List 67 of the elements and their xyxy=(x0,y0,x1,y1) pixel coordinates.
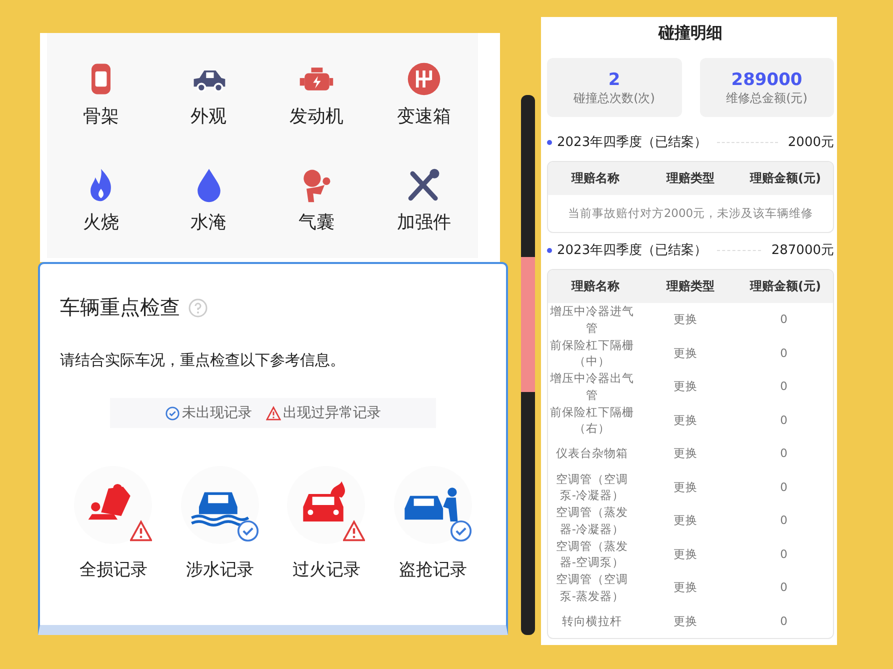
legend-label: 未出现记录 xyxy=(182,404,252,422)
table-cell-text: 转向横拉杆 xyxy=(561,612,623,630)
claim-amount: 2000元 xyxy=(788,134,834,151)
table-cell-text: 0 xyxy=(779,512,788,530)
table-cell-text: 更换 xyxy=(672,579,698,596)
column-header: 理赔类型 xyxy=(665,170,716,187)
stat-label: 碰撞总次数(次) xyxy=(574,90,655,107)
part-label[interactable]: 气囊 xyxy=(298,210,334,234)
claim-period: 2023年四季度（已结案） xyxy=(557,134,708,151)
part-label[interactable]: 骨架 xyxy=(82,104,119,128)
part-label[interactable]: 火烧 xyxy=(82,210,119,234)
table-cell-text: 更换 xyxy=(672,311,698,328)
table-cell-text: 0 xyxy=(779,311,788,328)
inspection-title: 车辆重点检查 xyxy=(60,294,180,321)
inspection-description: 请结合实际车况，重点检查以下参考信息。 xyxy=(60,351,346,370)
record-label[interactable]: 盗抢记录 xyxy=(398,558,467,581)
warning-icon xyxy=(266,406,281,420)
table-cell-text: 增压中冷器进气管 xyxy=(549,303,635,336)
column-header: 理赔名称 xyxy=(570,278,620,295)
table-cell-text: 更换 xyxy=(672,478,698,496)
table-cell-text: 更换 xyxy=(672,412,698,429)
table-cell-text: 仪表台杂物箱 xyxy=(555,445,629,462)
part-label[interactable]: 外观 xyxy=(190,104,227,128)
part-label[interactable]: 变速箱 xyxy=(397,104,452,128)
table-cell-text: 更换 xyxy=(672,378,698,396)
table-cell-text: 0 xyxy=(779,344,788,362)
table-cell-text: 0 xyxy=(779,412,788,429)
table-cell-text: 0 xyxy=(779,546,788,563)
bullet-dot xyxy=(547,248,552,252)
table-cell-text: 更换 xyxy=(672,344,698,362)
column-header: 理赔金额(元) xyxy=(748,170,822,187)
table-cell-text: 更换 xyxy=(672,546,698,563)
part-label[interactable]: 水淹 xyxy=(190,210,227,234)
check-circle-icon xyxy=(165,406,180,420)
claim-note: 当前事故赔付对方2000元，未涉及该车辆维修 xyxy=(566,205,814,222)
table-cell-text: 0 xyxy=(779,445,788,462)
column-header: 理赔名称 xyxy=(570,170,620,187)
column-header: 理赔类型 xyxy=(665,278,716,295)
help-icon[interactable] xyxy=(188,298,208,318)
record-label[interactable]: 过火记录 xyxy=(292,558,360,581)
stat-value: 2 xyxy=(608,70,620,90)
table-cell-text: 空调管（空调泵-蒸发器） xyxy=(555,571,629,604)
table-cell-text: 前保险杠下隔栅（右） xyxy=(549,404,635,437)
table-cell-text: 空调管（蒸发器-空调泵） xyxy=(555,538,629,571)
bullet-dot xyxy=(547,140,552,144)
table-cell-text: 0 xyxy=(779,612,788,630)
table-cell-text: 更换 xyxy=(672,445,698,462)
table-cell-text: 空调管（空调泵-冷凝器） xyxy=(555,470,629,504)
table-cell-text: 更换 xyxy=(672,612,698,630)
part-label[interactable]: 加强件 xyxy=(397,210,452,234)
stat-label: 维修总金额(元) xyxy=(726,90,808,107)
claim-period: 2023年四季度（已结案） xyxy=(557,242,708,259)
table-cell-text: 更换 xyxy=(672,512,698,530)
table-cell-text: 空调管（蒸发器-冷凝器） xyxy=(555,504,629,538)
collision-title: 碰撞明细 xyxy=(658,23,722,44)
table-cell-text: 0 xyxy=(779,378,788,396)
stat-value: 289000 xyxy=(731,70,802,90)
table-cell-text: 0 xyxy=(779,579,788,596)
table-cell-text: 前保险杠下隔栅（中） xyxy=(549,336,635,370)
part-label[interactable]: 发动机 xyxy=(289,104,344,128)
column-header: 理赔金额(元) xyxy=(748,278,822,295)
table-cell-text: 0 xyxy=(779,478,788,496)
table-cell-text: 增压中冷器出气管 xyxy=(549,370,635,404)
legend-label: 出现过异常记录 xyxy=(283,404,381,422)
record-label[interactable]: 全损记录 xyxy=(79,558,148,581)
claim-amount: 287000元 xyxy=(771,242,834,259)
record-label[interactable]: 涉水记录 xyxy=(186,558,254,581)
